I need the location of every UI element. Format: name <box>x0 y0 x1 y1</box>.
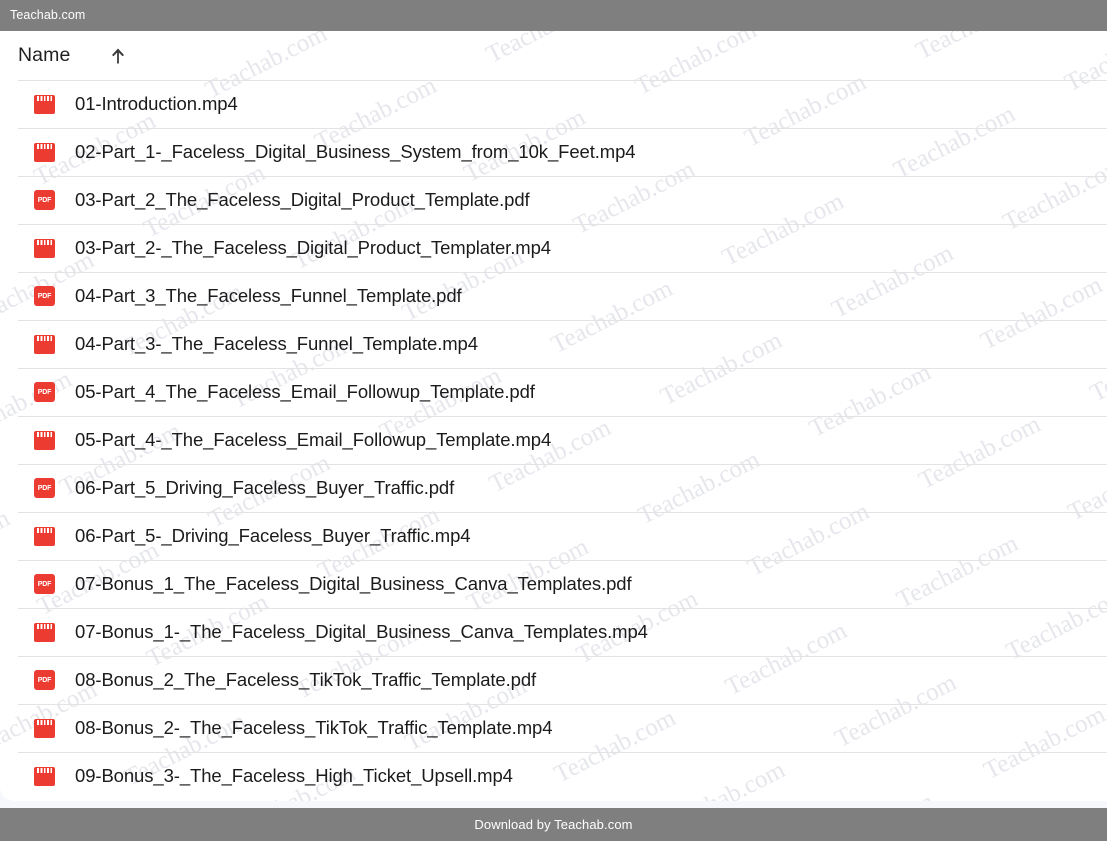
file-row[interactable]: PDF 07-Bonus_1_The_Faceless_Digital_Busin… <box>0 560 1107 608</box>
file-icon-cell <box>18 526 75 546</box>
file-row[interactable]: 06-Part_5-_Driving_Faceless_Buyer_Traffi… <box>0 512 1107 560</box>
column-header-name[interactable]: Name <box>18 45 70 66</box>
file-row[interactable]: PDF 08-Bonus_2_The_Faceless_TikTok_Traffi… <box>0 656 1107 704</box>
footer-text: Download by Teachab.com <box>474 817 633 832</box>
file-name-label[interactable]: 05-Part_4_The_Faceless_Email_Followup_Te… <box>75 382 535 402</box>
file-name-label[interactable]: 04-Part_3-_The_Faceless_Funnel_Template.… <box>75 334 478 354</box>
file-name-label[interactable]: 03-Part_2_The_Faceless_Digital_Product_T… <box>75 190 530 210</box>
file-icon-cell <box>18 238 75 258</box>
video-file-icon <box>34 718 55 738</box>
file-icon-cell <box>18 142 75 162</box>
file-icon-cell: PDF <box>18 670 75 690</box>
file-row[interactable]: PDF 05-Part_4_The_Faceless_Email_Followup… <box>0 368 1107 416</box>
file-icon-cell <box>18 94 75 114</box>
file-name-label[interactable]: 09-Bonus_3-_The_Faceless_High_Ticket_Ups… <box>75 766 513 786</box>
file-row[interactable]: 03-Part_2-_The_Faceless_Digital_Product_… <box>0 224 1107 272</box>
pdf-icon-label: PDF <box>37 292 52 300</box>
file-row[interactable]: 08-Bonus_2-_The_Faceless_TikTok_Traffic_… <box>0 704 1107 752</box>
video-file-icon <box>34 526 55 546</box>
file-name-label[interactable]: 04-Part_3_The_Faceless_Funnel_Template.p… <box>75 286 462 306</box>
file-name-label[interactable]: 08-Bonus_2_The_Faceless_TikTok_Traffic_T… <box>75 670 536 690</box>
file-row[interactable]: 02-Part_1-_Faceless_Digital_Business_Sys… <box>0 128 1107 176</box>
video-file-icon <box>34 430 55 450</box>
pdf-icon-label: PDF <box>37 484 52 492</box>
file-list-content: Name 01-Introduction.mp4 02-Part_1-_Facel… <box>0 31 1107 800</box>
pdf-file-icon: PDF <box>34 190 55 210</box>
file-row[interactable]: 09-Bonus_3-_The_Faceless_High_Ticket_Ups… <box>0 752 1107 800</box>
file-icon-cell: PDF <box>18 574 75 594</box>
file-name-label[interactable]: 02-Part_1-_Faceless_Digital_Business_Sys… <box>75 142 636 162</box>
video-file-icon <box>34 142 55 162</box>
file-list-header: Name <box>0 31 1107 80</box>
file-name-label[interactable]: 05-Part_4-_The_Faceless_Email_Followup_T… <box>75 430 551 450</box>
pdf-file-icon: PDF <box>34 574 55 594</box>
file-icon-cell: PDF <box>18 286 75 306</box>
file-name-label[interactable]: 07-Bonus_1-_The_Faceless_Digital_Busines… <box>75 622 648 642</box>
file-row[interactable]: 01-Introduction.mp4 <box>0 80 1107 128</box>
video-file-icon <box>34 766 55 786</box>
download-footer-bar: Download by Teachab.com <box>0 808 1107 841</box>
file-list-panel: Teachab.com Teachab.com Teachab.com Teachab… <box>0 31 1107 801</box>
file-name-label[interactable]: 01-Introduction.mp4 <box>75 94 238 114</box>
video-file-icon <box>34 94 55 114</box>
file-row[interactable]: PDF 06-Part_5_Driving_Faceless_Buyer_Traf… <box>0 464 1107 512</box>
window-title-bar: Teachab.com <box>0 0 1107 31</box>
video-file-icon <box>34 238 55 258</box>
video-file-icon <box>34 334 55 354</box>
pdf-file-icon: PDF <box>34 286 55 306</box>
file-name-label[interactable]: 06-Part_5_Driving_Faceless_Buyer_Traffic… <box>75 478 454 498</box>
file-icon-cell <box>18 718 75 738</box>
pdf-file-icon: PDF <box>34 382 55 402</box>
pdf-icon-label: PDF <box>37 388 52 396</box>
file-browser-window: Teachab.com Teachab.com Teachab.com Teacha… <box>0 0 1107 841</box>
file-icon-cell <box>18 766 75 786</box>
file-row[interactable]: 05-Part_4-_The_Faceless_Email_Followup_T… <box>0 416 1107 464</box>
file-name-label[interactable]: 06-Part_5-_Driving_Faceless_Buyer_Traffi… <box>75 526 471 546</box>
pdf-icon-label: PDF <box>37 580 52 588</box>
file-icon-cell: PDF <box>18 478 75 498</box>
file-name-label[interactable]: 07-Bonus_1_The_Faceless_Digital_Business… <box>75 574 632 594</box>
file-icon-cell <box>18 334 75 354</box>
file-rows-container: 01-Introduction.mp4 02-Part_1-_Faceless_D… <box>0 80 1107 800</box>
file-row[interactable]: PDF 03-Part_2_The_Faceless_Digital_Produc… <box>0 176 1107 224</box>
pdf-icon-label: PDF <box>37 196 52 204</box>
file-name-label[interactable]: 08-Bonus_2-_The_Faceless_TikTok_Traffic_… <box>75 718 553 738</box>
file-icon-cell: PDF <box>18 382 75 402</box>
file-icon-cell: PDF <box>18 190 75 210</box>
file-icon-cell <box>18 430 75 450</box>
arrow-up-icon[interactable] <box>107 45 129 67</box>
pdf-icon-label: PDF <box>37 676 52 684</box>
video-file-icon <box>34 622 55 642</box>
file-icon-cell <box>18 622 75 642</box>
window-title: Teachab.com <box>10 8 86 23</box>
pdf-file-icon: PDF <box>34 670 55 690</box>
file-name-label[interactable]: 03-Part_2-_The_Faceless_Digital_Product_… <box>75 238 551 258</box>
pdf-file-icon: PDF <box>34 478 55 498</box>
file-row[interactable]: PDF 04-Part_3_The_Faceless_Funnel_Templat… <box>0 272 1107 320</box>
file-row[interactable]: 04-Part_3-_The_Faceless_Funnel_Template.… <box>0 320 1107 368</box>
file-row[interactable]: 07-Bonus_1-_The_Faceless_Digital_Busines… <box>0 608 1107 656</box>
